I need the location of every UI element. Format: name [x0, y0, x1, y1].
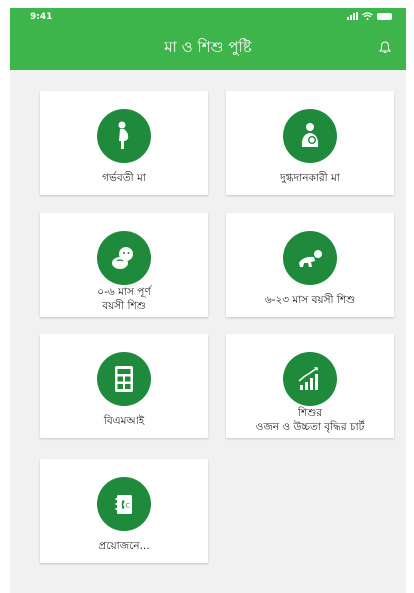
status-bar: 9:41	[10, 8, 406, 26]
breastfeeding-mother-icon	[301, 123, 319, 147]
status-time: 9:41	[30, 12, 53, 22]
card-growth-chart[interactable]: শিশুর ওজন ও উচ্চতা বৃদ্ধির চার্ট	[226, 334, 394, 438]
card-label-line1: শিশুর	[297, 407, 323, 419]
card-label-line2: ওজন ও উচ্চতা বৃদ্ধির চার্ট	[255, 421, 365, 433]
wifi-icon	[362, 12, 373, 20]
breastfeeding-mother-icon-circle	[283, 109, 337, 163]
growth-chart-icon	[298, 367, 318, 390]
baby-icon	[112, 247, 133, 269]
growth-chart-icon-circle	[283, 352, 337, 406]
card-baby-6-23-months[interactable]: ৬-২৩ মাস বয়সী শিশু	[226, 213, 394, 317]
bmi-calculator-icon	[115, 366, 133, 392]
card-bmi[interactable]: বিএমআই	[40, 334, 208, 438]
battery-icon	[377, 12, 392, 20]
svg-text:C: C	[126, 503, 130, 510]
app-screen: 9:41 মা ও শিশু পুষ্টি গর্ভবতী মা দুগ্ধদা…	[10, 8, 406, 593]
bell-icon[interactable]	[378, 40, 392, 54]
page-title: মা ও শিশু পুষ্টি	[164, 38, 252, 56]
pregnant-mother-icon-circle	[97, 109, 151, 163]
card-label: দুগ্ধদানকারী মা	[280, 172, 340, 184]
bmi-calculator-icon-circle	[97, 352, 151, 406]
signal-icon	[347, 12, 358, 20]
pregnant-mother-icon	[118, 121, 129, 149]
crawling-baby-icon-circle	[283, 231, 337, 285]
card-pregnant-mother[interactable]: গর্ভবতী মা	[40, 91, 208, 195]
card-breastfeeding-mother[interactable]: দুগ্ধদানকারী মা	[226, 91, 394, 195]
card-baby-0-6-months[interactable]: ০-৬ মাস পূর্ণ বয়সী শিশু	[40, 213, 208, 317]
card-label: গর্ভবতী মা	[102, 172, 146, 184]
card-label: বিএমআই	[103, 415, 145, 427]
phone-book-icon: C	[115, 495, 132, 514]
baby-icon-circle	[97, 231, 151, 285]
crawling-baby-icon	[299, 250, 322, 267]
phone-book-icon-circle: C	[97, 477, 151, 531]
app-header: 9:41 মা ও শিশু পুষ্টি	[10, 8, 406, 70]
card-label-line2: বয়সী শিশু	[102, 300, 146, 312]
card-label: ৬-২৩ মাস বয়সী শিশু	[264, 294, 356, 306]
card-label-line1: ০-৬ মাস পূর্ণ	[97, 286, 151, 298]
card-label: প্রয়োজনে...	[98, 540, 150, 552]
status-icons	[347, 11, 392, 21]
card-emergency-contacts[interactable]: C প্রয়োজনে...	[40, 459, 208, 563]
